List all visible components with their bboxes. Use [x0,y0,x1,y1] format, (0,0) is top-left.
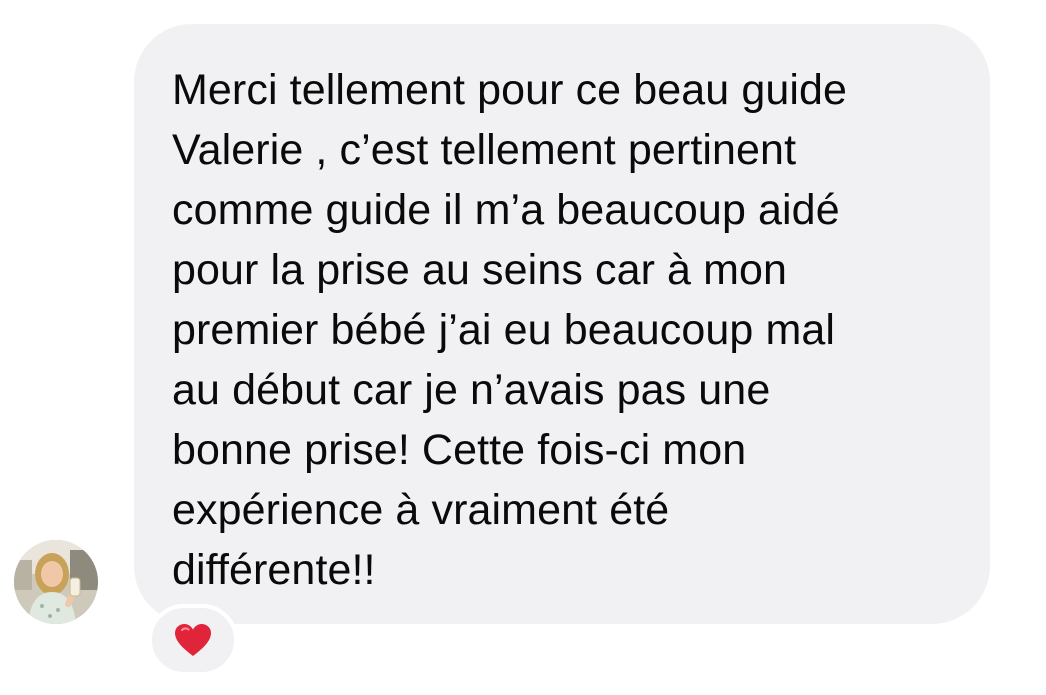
message-text-line: premier bébé j’ai eu beaucoup mal [172,306,836,354]
message-text-line: comme guide il m’a beaucoup aidé [172,186,840,234]
reaction-badge[interactable] [148,604,238,676]
message-thread: Merci tellement pour ce beau guide Valer… [0,0,1046,695]
message-text-line: Valerie , c’est tellement pertinent [172,126,797,174]
message-bubble[interactable]: Merci tellement pour ce beau guide Valer… [134,24,990,624]
avatar[interactable] [14,540,98,624]
message-text-line: bonne prise! Cette fois-ci mon [172,426,747,474]
avatar-photo-icon [14,540,98,624]
message-text-line: pour la prise au seins car à mon [172,246,788,294]
message-text-line: différente!! [172,546,376,594]
message-text-line: expérience à vraiment été [172,486,670,534]
red-heart-icon [173,622,213,658]
message-text-line: au début car je n’avais pas une [172,366,771,414]
message-text-line: Merci tellement pour ce beau guide [172,66,848,114]
